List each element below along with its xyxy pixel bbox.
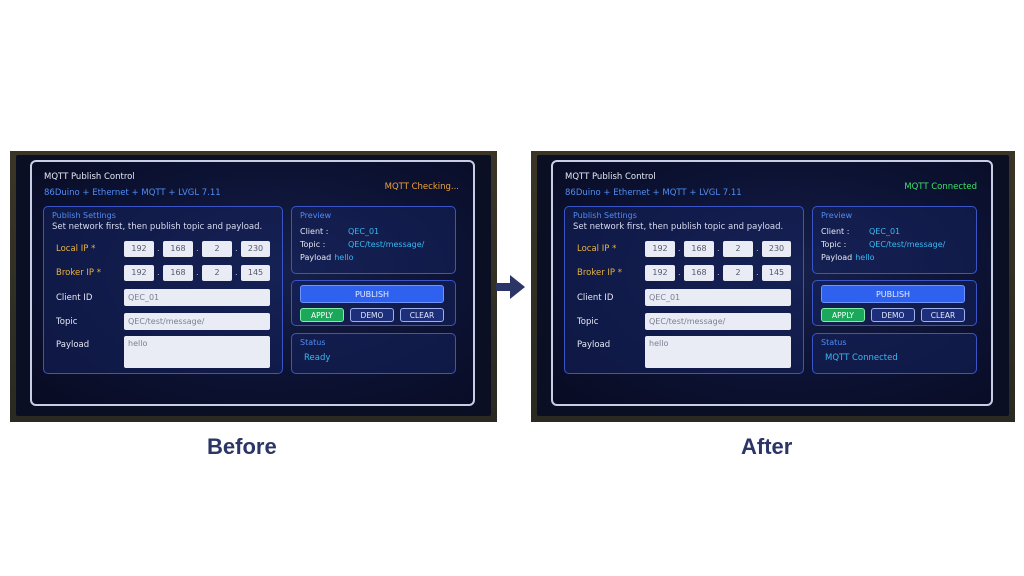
preview-payload-label: Payload	[821, 253, 853, 262]
preview-client-label: Client :	[300, 227, 329, 236]
local-ip-label: Local IP *	[56, 244, 96, 254]
broker-ip-octet-1[interactable]: 192	[124, 265, 154, 281]
preview-panel: Preview Client : QEC_01 Topic : QEC/test…	[291, 206, 456, 274]
publish-settings-panel: Publish Settings Set network first, then…	[43, 206, 283, 374]
before-photo: MQTT Publish Control 86Duino + Ethernet …	[10, 151, 497, 422]
status-title: Status	[300, 338, 326, 347]
preview-client-label: Client :	[821, 227, 850, 236]
publish-settings-hint: Set network first, then publish topic an…	[573, 222, 784, 232]
status-panel: Status Ready	[291, 333, 456, 374]
publish-settings-title: Publish Settings	[573, 211, 637, 220]
demo-button[interactable]: DEMO	[350, 308, 394, 322]
preview-title: Preview	[300, 211, 332, 220]
device-screen: MQTT Publish Control 86Duino + Ethernet …	[551, 160, 993, 406]
app-title: MQTT Publish Control	[565, 172, 656, 182]
broker-ip-octet-2[interactable]: 168	[163, 265, 193, 281]
before-caption: Before	[207, 434, 277, 459]
broker-ip-label: Broker IP *	[577, 268, 622, 278]
client-id-field[interactable]: QEC_01	[124, 289, 270, 306]
status-title: Status	[821, 338, 847, 347]
local-ip-label: Local IP *	[577, 244, 617, 254]
local-ip-octet-2[interactable]: 168	[163, 241, 193, 257]
payload-field[interactable]: hello	[124, 336, 270, 368]
broker-ip-octet-4[interactable]: 145	[762, 265, 791, 281]
preview-payload-value: hello	[334, 253, 354, 262]
topic-field[interactable]: QEC/test/message/	[124, 313, 270, 330]
preview-topic-label: Topic :	[821, 240, 847, 249]
preview-payload-value: hello	[855, 253, 875, 262]
broker-ip-octet-1[interactable]: 192	[645, 265, 675, 281]
publish-settings-hint: Set network first, then publish topic an…	[52, 222, 263, 232]
actions-panel: PUBLISH APPLY DEMO CLEAR	[812, 280, 977, 326]
apply-button[interactable]: APPLY	[300, 308, 344, 322]
clear-button[interactable]: CLEAR	[400, 308, 444, 322]
payload-label: Payload	[577, 340, 611, 350]
app-subtitle: 86Duino + Ethernet + MQTT + LVGL 7.11	[565, 188, 742, 198]
broker-ip-octet-2[interactable]: 168	[684, 265, 714, 281]
after-caption: After	[741, 434, 793, 459]
preview-payload-label: Payload	[300, 253, 332, 262]
after-photo: MQTT Publish Control 86Duino + Ethernet …	[531, 151, 1015, 422]
preview-title: Preview	[821, 211, 853, 220]
publish-button[interactable]: PUBLISH	[300, 285, 444, 303]
status-value: Ready	[304, 353, 331, 363]
arrow-right-icon	[496, 275, 525, 299]
local-ip-octet-4[interactable]: 230	[241, 241, 270, 257]
app-title: MQTT Publish Control	[44, 172, 135, 182]
connection-status: MQTT Checking...	[384, 182, 459, 192]
preview-client-value: QEC_01	[348, 227, 380, 236]
device-bezel: MQTT Publish Control 86Duino + Ethernet …	[16, 155, 491, 416]
publish-button[interactable]: PUBLISH	[821, 285, 965, 303]
broker-ip-octet-4[interactable]: 145	[241, 265, 270, 281]
local-ip-octet-3[interactable]: 2	[723, 241, 753, 257]
preview-topic-value: QEC/test/message/	[348, 240, 425, 249]
clear-button[interactable]: CLEAR	[921, 308, 965, 322]
preview-client-value: QEC_01	[869, 227, 901, 236]
local-ip-octet-4[interactable]: 230	[762, 241, 791, 257]
client-id-label: Client ID	[577, 293, 614, 303]
local-ip-octet-2[interactable]: 168	[684, 241, 714, 257]
client-id-label: Client ID	[56, 293, 93, 303]
payload-field[interactable]: hello	[645, 336, 791, 368]
status-value: MQTT Connected	[825, 353, 898, 363]
preview-topic-label: Topic :	[300, 240, 326, 249]
broker-ip-label: Broker IP *	[56, 268, 101, 278]
apply-button[interactable]: APPLY	[821, 308, 865, 322]
client-id-field[interactable]: QEC_01	[645, 289, 791, 306]
broker-ip-octet-3[interactable]: 2	[202, 265, 232, 281]
status-panel: Status MQTT Connected	[812, 333, 977, 374]
local-ip-octet-3[interactable]: 2	[202, 241, 232, 257]
demo-button[interactable]: DEMO	[871, 308, 915, 322]
device-screen: MQTT Publish Control 86Duino + Ethernet …	[30, 160, 475, 406]
device-bezel: MQTT Publish Control 86Duino + Ethernet …	[537, 155, 1009, 416]
topic-label: Topic	[577, 317, 599, 327]
actions-panel: PUBLISH APPLY DEMO CLEAR	[291, 280, 456, 326]
local-ip-octet-1[interactable]: 192	[124, 241, 154, 257]
topic-field[interactable]: QEC/test/message/	[645, 313, 791, 330]
broker-ip-octet-3[interactable]: 2	[723, 265, 753, 281]
app-subtitle: 86Duino + Ethernet + MQTT + LVGL 7.11	[44, 188, 221, 198]
local-ip-octet-1[interactable]: 192	[645, 241, 675, 257]
preview-topic-value: QEC/test/message/	[869, 240, 946, 249]
payload-label: Payload	[56, 340, 90, 350]
publish-settings-panel: Publish Settings Set network first, then…	[564, 206, 804, 374]
connection-status: MQTT Connected	[904, 182, 977, 192]
topic-label: Topic	[56, 317, 78, 327]
publish-settings-title: Publish Settings	[52, 211, 116, 220]
preview-panel: Preview Client : QEC_01 Topic : QEC/test…	[812, 206, 977, 274]
